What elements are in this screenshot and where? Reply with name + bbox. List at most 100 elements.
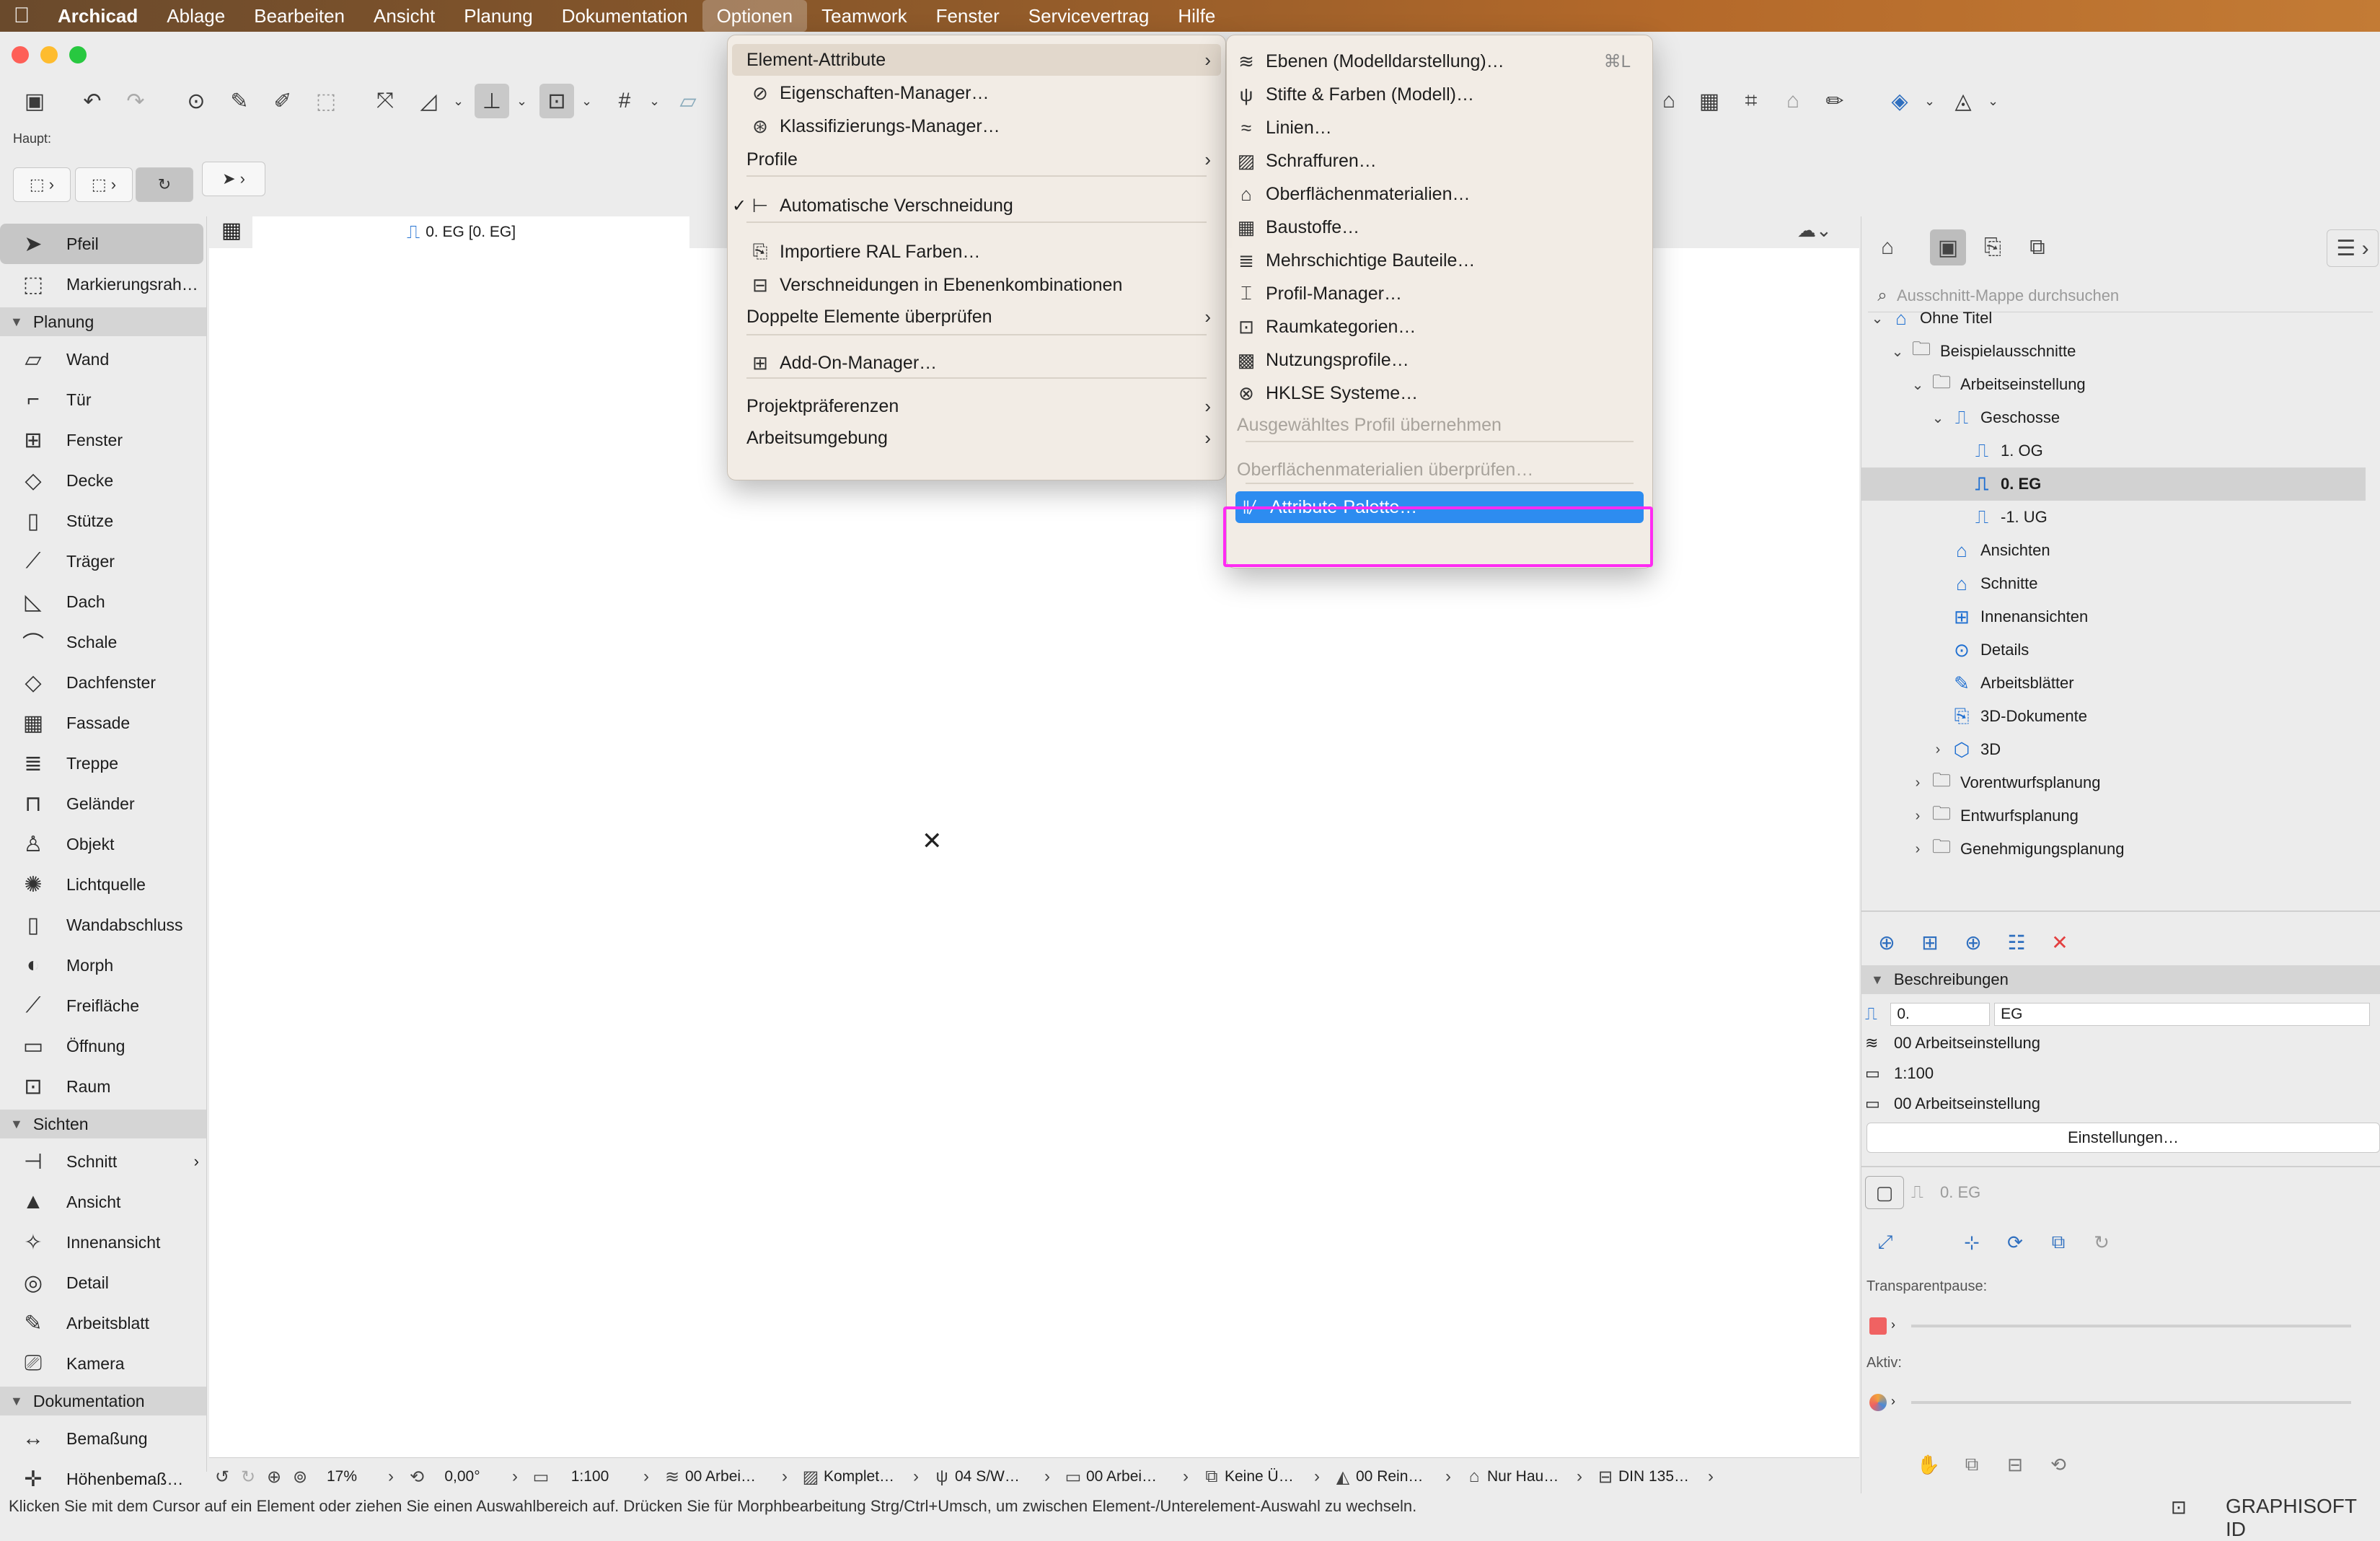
snap-points-icon[interactable]: ⊡ [539, 84, 574, 118]
view-id-field[interactable]: 0. [1890, 1003, 1991, 1026]
menu-item-klassifizierungs-manager[interactable]: ⊛ Klassifizierungs-Manager… [732, 110, 1221, 142]
chevron-right-icon[interactable]: › [1891, 1394, 1895, 1409]
view-settings-icon[interactable]: ☁⌄ [1797, 219, 1832, 242]
tool-hohenbema[interactable]: ✛ Höhenbemaß… [0, 1459, 206, 1499]
tool-freiflache[interactable]: ⟋ Freifläche [0, 985, 206, 1026]
tool-fenster[interactable]: ⊞ Fenster [0, 420, 206, 460]
trace-move-icon[interactable]: ✋ [1913, 1449, 1944, 1480]
tree-item-ohne-titel[interactable]: ⌄ ⌂ Ohne Titel [1861, 302, 2366, 335]
view-properties-icon[interactable]: ▢ [1865, 1176, 1904, 1209]
menu-item-nutzungsprofile[interactable]: ▩ Nutzungsprofile… [1231, 344, 1648, 376]
tool-innenansicht[interactable]: ✧ Innenansicht [0, 1222, 206, 1263]
chevron-right-icon[interactable]: › [772, 1467, 798, 1487]
tool-stutze[interactable]: ▯ Stütze [0, 501, 206, 541]
menu-planung[interactable]: Planung [449, 0, 547, 32]
new-view-icon[interactable]: ⊕ [1869, 925, 1904, 960]
tool-markierungsrah[interactable]: ⬚ Markierungsrah… [0, 264, 206, 304]
snap-guides-icon[interactable]: ⊥ [475, 84, 509, 118]
menu-ansicht[interactable]: Ansicht [359, 0, 449, 32]
dimension-standard-value[interactable]: DIN 135… [1618, 1468, 1691, 1485]
tree-item-1-ug[interactable]: ⎍ -1. UG [1861, 501, 2366, 534]
renovation-icon[interactable]: ◈ [1882, 84, 1917, 118]
chevron-right-icon[interactable]: › [1891, 1317, 1895, 1333]
tree-item-1-og[interactable]: ⎍ 1. OG [1861, 434, 2366, 467]
tree-item-vorentwurfsplanung[interactable]: › 🗀 Vorentwurfsplanung [1861, 766, 2366, 799]
menu-item-element-attribute[interactable]: Element-Attribute › [732, 44, 1221, 76]
tool-offnung[interactable]: ▭ Öffnung [0, 1026, 206, 1066]
tool-decke[interactable]: ◇ Decke [0, 460, 206, 501]
menu-bearbeiten[interactable]: Bearbeiten [239, 0, 359, 32]
floor-plan-icon[interactable]: ▦ [1692, 84, 1727, 118]
project-map-icon[interactable]: ⌂ [1869, 229, 1905, 265]
rotation-angle[interactable]: 0,00° [430, 1468, 495, 1485]
chevron-right-icon[interactable]: › [633, 1467, 659, 1487]
section-view-icon[interactable]: ⌗ [1734, 84, 1768, 118]
undo-icon[interactable]: ↶ [75, 84, 110, 118]
zoom-fit-icon[interactable]: ⊚ [287, 1467, 313, 1488]
menu-teamwork[interactable]: Teamwork [807, 0, 921, 32]
menu-item-arbeitsumgebung[interactable]: Arbeitsumgebung › [732, 422, 1221, 454]
menu-item-schraffuren[interactable]: ▨ Schraffuren… [1231, 145, 1648, 177]
tool-bema-ung[interactable]: ↔ Bemaßung [0, 1418, 206, 1459]
toolbox-category-dokumentation[interactable]: ▼ Dokumentation [0, 1387, 206, 1415]
find-select-icon[interactable]: ⊙ [179, 84, 213, 118]
tab-floor-plan[interactable]: ⎍ 0. EG [0. EG] [252, 216, 689, 248]
apple-icon[interactable]:  [0, 4, 43, 28]
selection-method-button[interactable]: ⬚ › [13, 167, 71, 202]
tree-item-geschosse[interactable]: ⌄ ⎍ Geschosse [1861, 401, 2366, 434]
menu-ablage[interactable]: Ablage [152, 0, 239, 32]
inject-icon[interactable]: ✐ [265, 84, 300, 118]
renovation-filter-value[interactable]: 00 Rein… [1356, 1468, 1428, 1485]
chevron-down-icon[interactable]: ⌄ [581, 84, 596, 118]
chevron-right-icon[interactable]: › [378, 1467, 404, 1487]
tool-dach[interactable]: ◺ Dach [0, 581, 206, 622]
partial-structure-icon[interactable]: ◬ [1946, 84, 1980, 118]
tool-wand[interactable]: ▱ Wand [0, 339, 206, 379]
chevron-down-icon[interactable]: ⌄ [1908, 376, 1927, 394]
structure-display-value[interactable]: 00 Arbei… [1086, 1468, 1165, 1485]
chevron-right-icon[interactable]: › [1034, 1467, 1060, 1487]
chevron-down-icon[interactable]: ⌄ [453, 84, 467, 118]
tool-pfeil[interactable]: ➤ Pfeil [0, 224, 203, 264]
chevron-right-icon[interactable]: › [502, 1467, 528, 1487]
menu-item-projektpraferenzen[interactable]: Projektpräferenzen › [732, 390, 1221, 422]
menu-item-mehrschichtige-bauteile[interactable]: ≣ Mehrschichtige Bauteile… [1231, 245, 1648, 276]
tool-objekt[interactable]: ♙ Objekt [0, 824, 206, 864]
chevron-right-icon[interactable]: › [1435, 1467, 1461, 1487]
layer-combination-value[interactable]: 00 Arbei… [685, 1468, 764, 1485]
tree-item-arbeitsblatter[interactable]: ✎ Arbeitsblätter [1861, 667, 2366, 700]
scale-value[interactable]: 1:100 [554, 1468, 626, 1485]
menu-item-doppelte-elemente-uberprufen[interactable]: Doppelte Elemente überprüfen › [732, 301, 1221, 333]
move-view-icon[interactable]: ⤢ [1869, 1226, 1901, 1258]
tree-item-arbeitseinstellung[interactable]: ⌄ 🗀 Arbeitseinstellung [1861, 368, 2366, 401]
chevron-down-icon[interactable]: ⌄ [1929, 409, 1947, 427]
view-map-icon[interactable]: ▣ [1930, 229, 1966, 265]
chevron-right-icon[interactable]: › [1908, 775, 1927, 791]
redo-zoom-icon[interactable]: ↻ [235, 1467, 261, 1488]
clone-folder-icon[interactable]: ⊞ [1913, 925, 1947, 960]
tool-trager[interactable]: ⟋ Träger [0, 541, 206, 581]
tree-item-genehmigungsplanung[interactable]: › 🗀 Genehmigungsplanung [1861, 833, 2366, 866]
partial-structure-value[interactable]: Nur Hau… [1487, 1468, 1559, 1485]
menu-item-profile[interactable]: Profile › [732, 144, 1221, 175]
menu-hilfe[interactable]: Hilfe [1163, 0, 1230, 32]
model-view-value[interactable]: Komplet… [824, 1468, 896, 1485]
chevron-right-icon[interactable]: › [1566, 1467, 1592, 1487]
tree-item-schnitte[interactable]: ⌂ Schnitte [1861, 567, 2366, 600]
menu-item-raumkategorien[interactable]: ⊡ Raumkategorien… [1231, 311, 1648, 343]
graphisoft-id-icon[interactable]: ⊡ [2171, 1496, 2187, 1519]
new-folder-icon[interactable]: ⊕ [1956, 925, 1991, 960]
trace-reset-icon[interactable]: ⟲ [2042, 1449, 2074, 1480]
graphic-override-value[interactable]: Keine Ü… [1225, 1468, 1297, 1485]
refresh-view-icon[interactable]: ↻ [2086, 1226, 2117, 1258]
menu-item-stifte-farben-modell[interactable]: ψ Stifte & Farben (Modell)… [1231, 79, 1648, 110]
tree-item-3d[interactable]: › ⬡ 3D [1861, 733, 2366, 766]
tool-schnitt[interactable]: ⊣ Schnitt › [0, 1141, 206, 1182]
transparency-slider[interactable] [1911, 1325, 2351, 1327]
menu-item-hklse-systeme[interactable]: ⊗ HKLSE Systeme… [1231, 377, 1648, 409]
chevron-right-icon[interactable]: › [1929, 742, 1947, 758]
tool-wandabschluss[interactable]: ▯ Wandabschluss [0, 905, 206, 945]
menu-item-verschneidungen-in-ebenenkombinationen[interactable]: ⊟ Verschneidungen in Ebenenkombinationen [732, 269, 1221, 301]
close-window-button[interactable] [12, 46, 29, 63]
chevron-down-icon[interactable]: ⌄ [1868, 309, 1887, 328]
